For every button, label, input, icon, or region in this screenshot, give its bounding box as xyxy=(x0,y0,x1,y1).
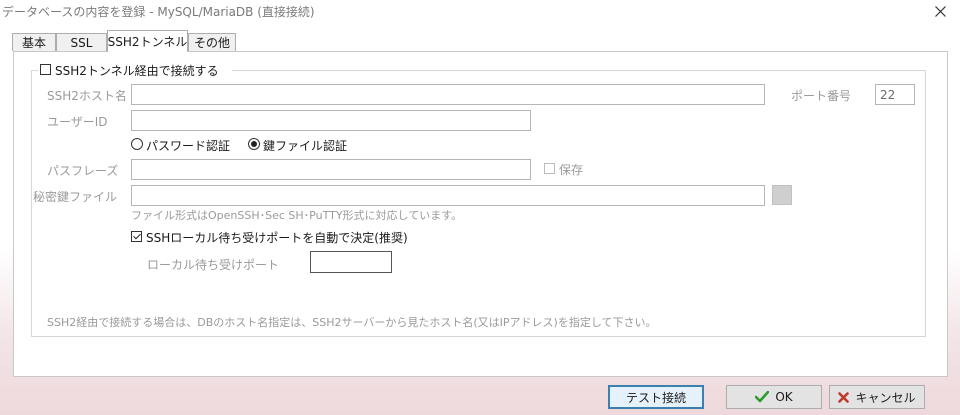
tab-ssh2-tunnel[interactable]: SSH2トンネル xyxy=(107,30,188,52)
host-input[interactable] xyxy=(131,84,765,105)
port-label: ポート番号 xyxy=(791,89,852,103)
auth-password-radio[interactable] xyxy=(131,138,143,150)
test-connection-label: テスト接続 xyxy=(625,390,686,405)
tab-other[interactable]: その他 xyxy=(188,33,236,51)
user-input[interactable] xyxy=(131,110,531,131)
keyfile-browse-button[interactable] xyxy=(772,185,792,205)
dialog-window: データベースの内容を登録 - MySQL/MariaDB (直接接続) 基本 S… xyxy=(0,0,960,415)
save-passphrase-checkbox[interactable] xyxy=(544,163,555,174)
auth-key-label: 鍵ファイル認証 xyxy=(263,139,348,153)
ok-label: OK xyxy=(775,390,793,404)
close-icon xyxy=(934,5,946,17)
auto-port-checkbox[interactable] xyxy=(131,231,142,242)
cancel-label: キャンセル xyxy=(855,390,916,405)
host-label: SSH2ホスト名 xyxy=(47,89,127,103)
checkmark-icon xyxy=(755,391,770,403)
test-connection-button[interactable]: テスト接続 xyxy=(608,385,704,409)
tab-label: SSH2トンネル xyxy=(107,35,188,49)
user-label: ユーザーID xyxy=(47,115,108,129)
cancel-button[interactable]: キャンセル xyxy=(829,385,925,409)
passphrase-input[interactable] xyxy=(131,159,531,180)
port-input[interactable] xyxy=(875,84,915,105)
cross-icon xyxy=(838,391,850,403)
save-passphrase-label: 保存 xyxy=(559,163,584,177)
keyfile-input[interactable] xyxy=(131,185,765,206)
tab-panel: SSH2トンネル経由で接続する SSH2ホスト名 ポート番号 ユーザーID パス… xyxy=(13,51,948,377)
tab-label: 基本 xyxy=(21,36,46,50)
tab-basic[interactable]: 基本 xyxy=(12,33,56,51)
auth-password-label: パスワード認証 xyxy=(146,139,231,153)
auth-key-option[interactable]: 鍵ファイル認証 xyxy=(248,137,358,153)
auth-password-option[interactable]: パスワード認証 xyxy=(131,137,241,153)
save-passphrase-option[interactable]: 保存 xyxy=(544,161,594,177)
local-port-input[interactable] xyxy=(310,251,392,273)
auto-port-label: SSHローカル待ち受けポートを自動で決定(推奨) xyxy=(146,231,408,245)
keyfile-hint: ファイル形式はOpenSSH･Sec SH･PuTTY形式に対応しています。 xyxy=(131,209,463,222)
passphrase-label: パスフレーズ xyxy=(47,164,119,178)
title-bar: データベースの内容を登録 - MySQL/MariaDB (直接接続) xyxy=(0,0,960,22)
use-tunnel-checkbox[interactable] xyxy=(40,64,51,75)
tab-ssl[interactable]: SSL xyxy=(56,33,107,51)
tab-label: SSL xyxy=(70,35,93,50)
window-title: データベースの内容を登録 - MySQL/MariaDB (直接接続) xyxy=(2,5,315,19)
use-tunnel-label: SSH2トンネル経由で接続する xyxy=(55,64,219,78)
keyfile-label: 秘密鍵ファイル xyxy=(33,190,118,204)
close-button[interactable] xyxy=(928,0,952,22)
use-tunnel-toggle[interactable]: SSH2トンネル経由で接続する xyxy=(38,62,232,78)
ssh-note: SSH2経由で接続する場合は、DBのホスト名指定は、SSH2サーバーから見たホス… xyxy=(47,316,657,329)
tab-label: その他 xyxy=(193,36,230,50)
auth-key-radio[interactable] xyxy=(248,138,260,150)
ok-button[interactable]: OK xyxy=(726,385,822,409)
auto-port-option[interactable]: SSHローカル待ち受けポートを自動で決定(推奨) xyxy=(131,229,408,245)
local-port-label: ローカル待ち受けポート xyxy=(147,258,280,272)
